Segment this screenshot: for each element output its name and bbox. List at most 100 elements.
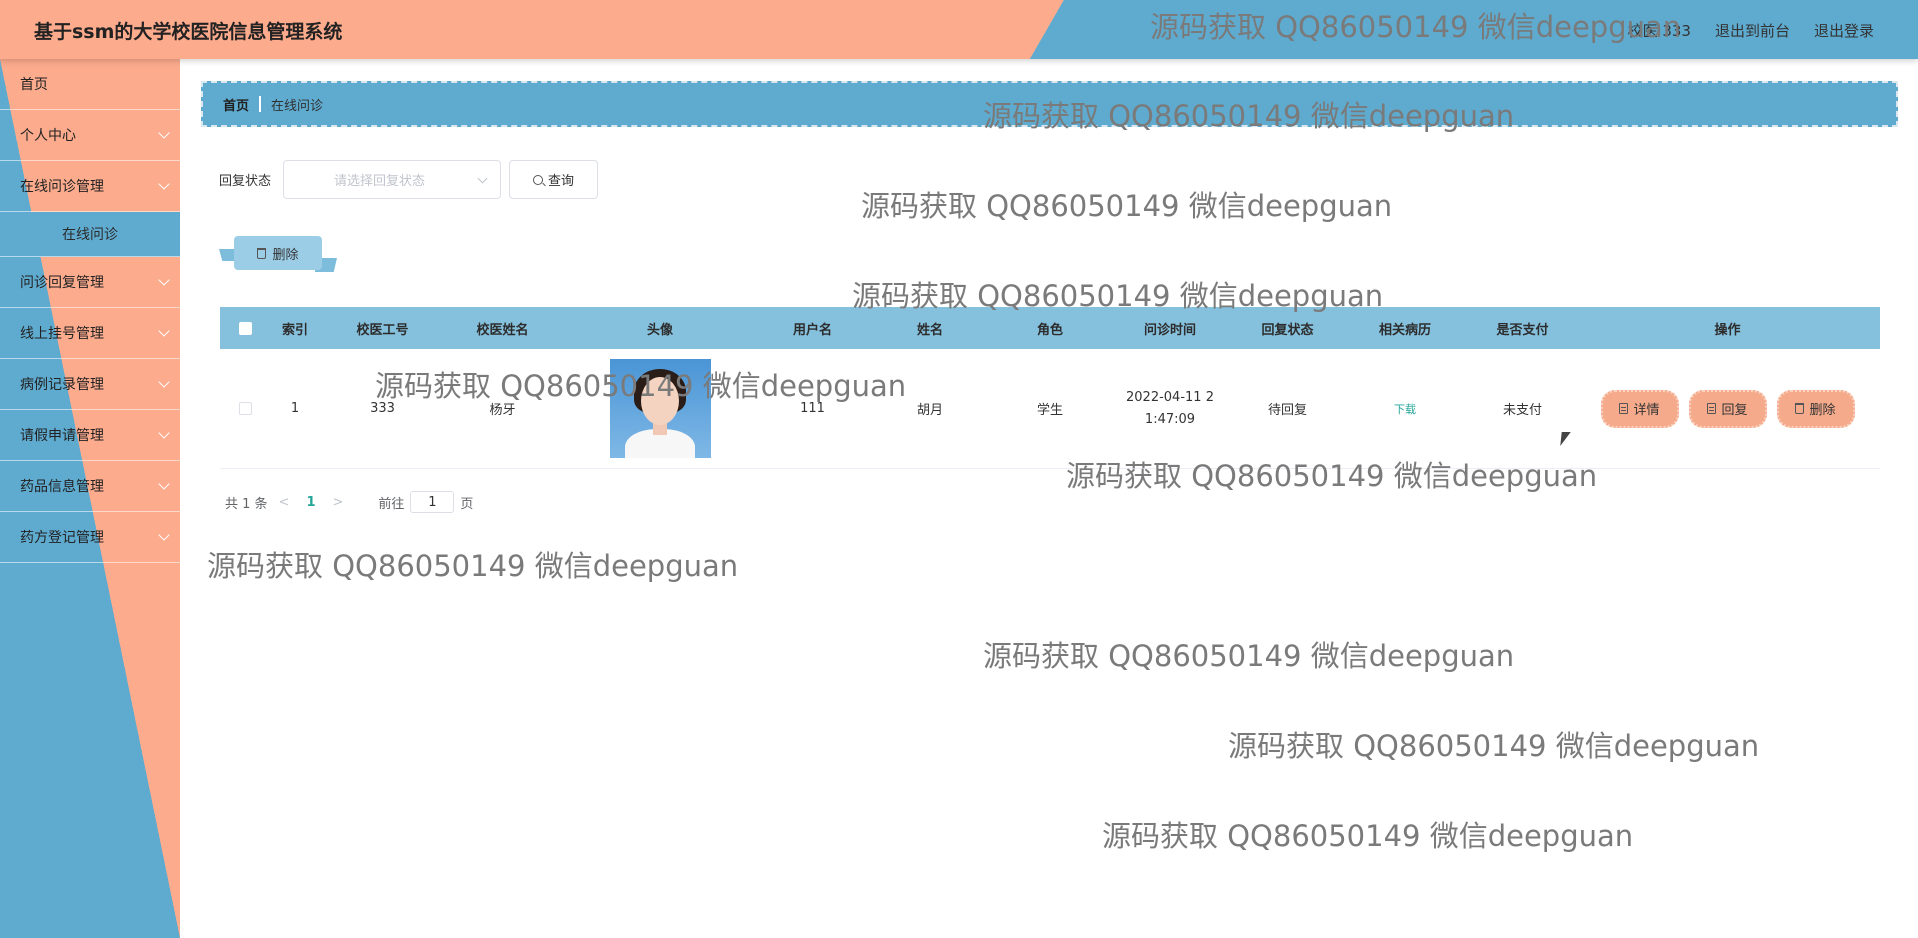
avatar-face-shape bbox=[640, 377, 679, 425]
chevron-down-icon bbox=[158, 325, 170, 337]
column-header: 校医工号 bbox=[356, 322, 409, 338]
column-header: 校医姓名 bbox=[476, 322, 529, 338]
avatar[interactable] bbox=[609, 359, 711, 458]
breadcrumb-separator bbox=[259, 96, 262, 112]
select-all-checkbox[interactable] bbox=[238, 321, 252, 335]
chevron-down-icon bbox=[158, 529, 170, 541]
column-header: 相关病历 bbox=[1378, 322, 1431, 338]
chevron-down-icon bbox=[158, 127, 170, 139]
filter-bar: 回复状态 请选择回复状态 查询 bbox=[219, 160, 599, 199]
sidebar-item-label: 在线问诊 bbox=[62, 227, 118, 243]
cell-name: 胡月 bbox=[916, 403, 943, 418]
case-download-link[interactable]: 下载 bbox=[1394, 401, 1416, 417]
watermark: 源码获取 QQ86050149 微信deepguan bbox=[983, 639, 1515, 673]
pagination: 共 1 条 < 1 > 前往 1 页 bbox=[225, 491, 473, 513]
consultation-time: 2022-04-11 2 1:47:09 bbox=[1126, 389, 1214, 427]
reply-button[interactable]: 回复 bbox=[1688, 389, 1767, 428]
cell-paid: 未支付 bbox=[1502, 403, 1542, 418]
watermark: 源码获取 QQ86050149 微信deepguan bbox=[861, 189, 1393, 223]
sidebar-item-drug-info[interactable]: 药品信息管理 bbox=[0, 461, 180, 512]
next-page-button[interactable]: > bbox=[333, 495, 344, 510]
reply-status-label: 回复状态 bbox=[219, 174, 272, 189]
app-title: 基于ssm的大学校医院信息管理系统 bbox=[34, 21, 343, 43]
cell-role: 学生 bbox=[1036, 403, 1063, 418]
sidebar-item-label: 病例记录管理 bbox=[20, 377, 104, 393]
sidebar: 首页 个人中心 在线问诊管理 在线问诊 问诊回复管理 线上挂号管理 病例记录管理… bbox=[0, 59, 180, 938]
detail-button-label: 详情 bbox=[1633, 403, 1660, 418]
chevron-down-icon bbox=[477, 173, 488, 184]
chevron-down-icon bbox=[158, 376, 170, 388]
chevron-down-icon bbox=[158, 478, 170, 490]
exit-to-front-link[interactable]: 退出到前台 bbox=[1715, 20, 1790, 41]
column-header: 操作 bbox=[1714, 322, 1741, 338]
delete-button-label: 删除 bbox=[1809, 403, 1836, 418]
query-button[interactable]: 查询 bbox=[509, 160, 599, 199]
document-icon bbox=[1707, 403, 1717, 414]
sidebar-item-personal-center[interactable]: 个人中心 bbox=[0, 110, 180, 161]
top-header: 基于ssm的大学校医院信息管理系统 校医 333 退出到前台 退出登录 bbox=[0, 0, 1918, 59]
column-header: 头像 bbox=[646, 322, 673, 338]
cell-operations: 详情 回复 删除 bbox=[1575, 389, 1880, 428]
prev-page-button[interactable]: < bbox=[279, 495, 290, 510]
cell-avatar bbox=[560, 359, 760, 458]
pagination-total: 共 1 条 bbox=[225, 496, 268, 512]
breadcrumb-current: 在线问诊 bbox=[271, 98, 324, 114]
cell-case: 下载 bbox=[1340, 401, 1470, 417]
delete-button[interactable]: 删除 bbox=[1776, 389, 1855, 428]
cell-username: 111 bbox=[800, 401, 825, 416]
detail-button[interactable]: 详情 bbox=[1600, 389, 1679, 428]
column-header: 问诊时间 bbox=[1143, 322, 1196, 338]
sidebar-item-consultation-mgmt[interactable]: 在线问诊管理 bbox=[0, 161, 180, 212]
sidebar-item-label: 请假申请管理 bbox=[20, 428, 104, 444]
sidebar-item-reply-mgmt[interactable]: 问诊回复管理 bbox=[0, 257, 180, 308]
sidebar-item-label: 药方登记管理 bbox=[20, 530, 104, 546]
sidebar-item-label: 首页 bbox=[20, 77, 48, 93]
watermark: 源码获取 QQ86050149 微信deepguan bbox=[207, 549, 739, 583]
cell-doctor-name: 杨牙 bbox=[489, 403, 516, 418]
logout-link[interactable]: 退出登录 bbox=[1814, 20, 1874, 41]
page-number[interactable]: 1 bbox=[306, 495, 315, 510]
header-actions: 校医 333 退出到前台 退出登录 bbox=[1628, 20, 1874, 41]
column-header: 是否支付 bbox=[1496, 322, 1549, 338]
column-header: 索引 bbox=[281, 322, 308, 338]
cell-doctor-id: 333 bbox=[370, 401, 395, 416]
sidebar-item-leave-requests[interactable]: 请假申请管理 bbox=[0, 410, 180, 461]
sidebar-item-label: 在线问诊管理 bbox=[20, 179, 104, 195]
breadcrumb-home[interactable]: 首页 bbox=[223, 95, 249, 114]
watermark: 源码获取 QQ86050149 微信deepguan bbox=[1102, 819, 1634, 853]
goto-label: 前往 bbox=[378, 496, 405, 512]
reply-status-select[interactable]: 请选择回复状态 bbox=[283, 160, 502, 199]
trash-icon bbox=[1795, 403, 1805, 414]
cell-time: 2022-04-11 2 1:47:09 bbox=[1105, 387, 1235, 431]
sidebar-item-prescriptions[interactable]: 药方登记管理 bbox=[0, 512, 180, 563]
sidebar-item-registration-mgmt[interactable]: 线上挂号管理 bbox=[0, 308, 180, 359]
bulk-delete-label: 删除 bbox=[272, 247, 299, 263]
trash-icon bbox=[257, 247, 267, 259]
watermark: 源码获取 QQ86050149 微信deepguan bbox=[1228, 729, 1760, 763]
table-header: 索引 校医工号 校医姓名 头像 用户名 姓名 角色 问诊时间 回复状态 相关病历… bbox=[220, 307, 1880, 349]
consultation-table: 索引 校医工号 校医姓名 头像 用户名 姓名 角色 问诊时间 回复状态 相关病历… bbox=[220, 307, 1880, 469]
mouse-cursor-icon bbox=[1560, 432, 1571, 446]
select-placeholder: 请选择回复状态 bbox=[334, 174, 426, 189]
sidebar-subitem-online-consultation[interactable]: 在线问诊 bbox=[0, 212, 180, 257]
breadcrumb: 首页 在线问诊 bbox=[201, 81, 1898, 127]
page-unit-label: 页 bbox=[460, 496, 474, 512]
goto-page-input[interactable]: 1 bbox=[410, 491, 455, 513]
column-header: 姓名 bbox=[916, 322, 943, 338]
chevron-down-icon bbox=[158, 178, 170, 190]
bulk-delete-ribbon: 删除 bbox=[219, 236, 337, 272]
query-button-label: 查询 bbox=[548, 174, 575, 189]
sidebar-item-label: 问诊回复管理 bbox=[20, 275, 104, 291]
table-row: 1 333 杨牙 111 胡月 学生 2022-04-11 2 1:47:09 … bbox=[220, 349, 1880, 469]
sidebar-item-home[interactable]: 首页 bbox=[0, 59, 180, 110]
sidebar-item-case-records[interactable]: 病例记录管理 bbox=[0, 359, 180, 410]
column-header: 用户名 bbox=[792, 322, 832, 338]
column-header: 回复状态 bbox=[1261, 322, 1314, 338]
bulk-delete-button[interactable]: 删除 bbox=[234, 236, 322, 270]
sidebar-item-label: 药品信息管理 bbox=[20, 479, 104, 495]
reply-button-label: 回复 bbox=[1721, 403, 1748, 418]
cell-status: 待回复 bbox=[1267, 403, 1307, 418]
sidebar-item-label: 线上挂号管理 bbox=[20, 326, 104, 342]
row-checkbox[interactable] bbox=[238, 402, 252, 415]
chevron-down-icon bbox=[158, 427, 170, 439]
